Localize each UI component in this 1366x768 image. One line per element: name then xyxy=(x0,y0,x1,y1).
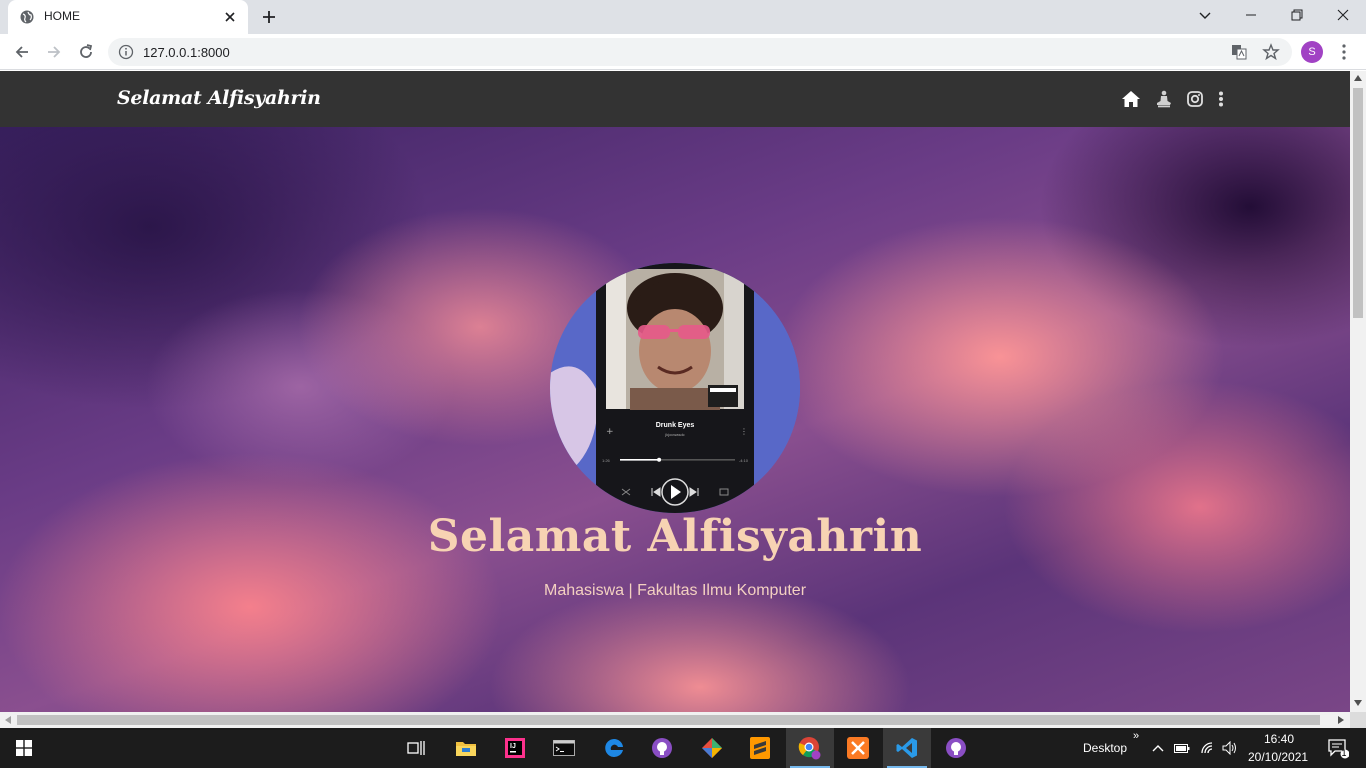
player-artist: jkjocwasdc xyxy=(664,432,684,437)
page-viewport: Selamat Alfisyahrin Drunk Eyes jkjocwasd… xyxy=(0,71,1350,712)
more-vertical-icon[interactable] xyxy=(1211,89,1231,109)
vscode-icon[interactable] xyxy=(883,728,931,768)
horizontal-scrollbar[interactable] xyxy=(0,712,1350,728)
hero-title: Selamat Alfisyahrin xyxy=(427,511,923,562)
browser-toolbar: 127.0.0.1:8000 S xyxy=(0,34,1366,70)
player-progress-knob[interactable] xyxy=(657,457,662,462)
browser-menu-icon[interactable] xyxy=(1334,40,1354,64)
user-meditate-icon[interactable] xyxy=(1154,89,1174,109)
close-tab-icon[interactable] xyxy=(220,7,240,27)
player-add-icon[interactable]: + xyxy=(606,427,614,437)
edge-icon[interactable] xyxy=(590,728,638,768)
horizontal-scroll-thumb[interactable] xyxy=(17,715,1320,725)
github-icon[interactable] xyxy=(932,728,980,768)
tab-strip: HOME xyxy=(0,0,1366,34)
clock-date[interactable]: 20/10/2021 xyxy=(1248,750,1308,764)
scroll-right-icon[interactable] xyxy=(1338,716,1344,724)
bookmark-star-icon[interactable] xyxy=(1262,43,1280,61)
site-info-icon[interactable] xyxy=(118,44,134,60)
forward-icon[interactable] xyxy=(42,40,66,64)
reload-icon[interactable] xyxy=(74,40,98,64)
xampp-icon[interactable] xyxy=(834,728,882,768)
profile-avatar[interactable]: S xyxy=(1301,41,1323,63)
file-explorer-icon[interactable] xyxy=(442,728,490,768)
player-more-icon[interactable]: ⋮ xyxy=(740,427,748,436)
windows-taskbar: IJ Desktop » 16:40 20/10/2021 1 xyxy=(0,728,1366,768)
tab-home[interactable]: HOME xyxy=(8,0,248,34)
hero-subtitle: Mahasiswa | Fakultas Ilmu Komputer xyxy=(543,582,807,599)
site-navbar: Selamat Alfisyahrin xyxy=(0,71,1350,127)
notification-count: 1 xyxy=(1341,748,1347,758)
start-button[interactable] xyxy=(0,728,48,768)
player-elapsed: 1:26 xyxy=(602,458,611,463)
player-track: Drunk Eyes xyxy=(656,422,695,429)
task-view-icon[interactable] xyxy=(392,728,440,768)
back-icon[interactable] xyxy=(10,40,34,64)
url-text[interactable]: 127.0.0.1:8000 xyxy=(143,45,230,60)
restore-icon[interactable] xyxy=(1274,0,1320,30)
action-center-icon[interactable]: 1 xyxy=(1318,728,1358,768)
scroll-left-icon[interactable] xyxy=(5,716,11,724)
windows-logo-icon xyxy=(16,740,32,756)
clock-time[interactable]: 16:40 xyxy=(1264,732,1294,746)
wifi-icon[interactable] xyxy=(1196,728,1220,768)
hero-section: Drunk Eyes jkjocwasdc + ⋮ 1:26 -4:10 Sel… xyxy=(0,127,1350,712)
minimize-icon[interactable] xyxy=(1228,0,1274,30)
terminal-icon[interactable] xyxy=(540,728,588,768)
player-progress-fill xyxy=(620,459,660,461)
volume-icon[interactable] xyxy=(1218,728,1242,768)
battery-icon[interactable] xyxy=(1170,728,1194,768)
vertical-scroll-thumb[interactable] xyxy=(1353,88,1363,318)
toolbar-expand-icon[interactable]: » xyxy=(1133,730,1139,742)
chrome-icon[interactable] xyxy=(786,728,834,768)
intellij-icon[interactable]: IJ xyxy=(491,728,539,768)
home-icon[interactable] xyxy=(1121,89,1141,109)
address-bar[interactable]: 127.0.0.1:8000 xyxy=(108,38,1292,66)
instagram-icon[interactable] xyxy=(1185,89,1205,109)
desktop-toolbar-label[interactable]: Desktop xyxy=(1083,741,1127,755)
github-desktop-icon[interactable] xyxy=(638,728,686,768)
sublime-icon[interactable] xyxy=(736,728,784,768)
close-window-icon[interactable] xyxy=(1320,0,1366,30)
profile-photo: Drunk Eyes jkjocwasdc + ⋮ 1:26 -4:10 xyxy=(550,263,800,513)
vertical-scrollbar[interactable] xyxy=(1350,71,1366,712)
scrollbar-corner xyxy=(1350,712,1366,728)
translate-icon[interactable] xyxy=(1230,43,1248,61)
scroll-down-icon[interactable] xyxy=(1354,700,1362,706)
svg-text:IJ: IJ xyxy=(510,743,516,750)
tray-overflow-icon[interactable] xyxy=(1146,728,1170,768)
tab-search-icon[interactable] xyxy=(1182,0,1228,30)
new-tab-icon[interactable] xyxy=(258,6,280,28)
player-remaining: -4:10 xyxy=(739,458,749,463)
site-brand[interactable]: Selamat Alfisyahrin xyxy=(117,87,321,109)
scroll-up-icon[interactable] xyxy=(1354,75,1362,81)
git-icon[interactable] xyxy=(688,728,736,768)
tab-title: HOME xyxy=(44,9,80,23)
globe-icon xyxy=(20,10,34,24)
